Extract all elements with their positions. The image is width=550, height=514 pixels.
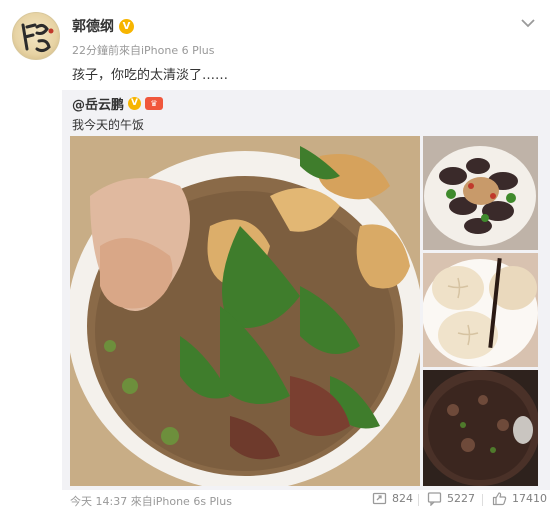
divider — [418, 494, 419, 506]
photo-side-2[interactable] — [423, 253, 538, 367]
weibo-post: 郭德纲 V 22分鐘前來自iPhone 6 Plus 孩子，你吃的太清淡了…… … — [0, 0, 550, 514]
author-name[interactable]: 郭德纲 — [72, 16, 114, 36]
comment-icon — [427, 492, 442, 506]
repost-button[interactable]: 824 — [372, 491, 413, 506]
photo-side-1[interactable] — [423, 136, 538, 250]
avatar[interactable] — [12, 12, 60, 60]
author-row: 郭德纲 V — [72, 16, 134, 36]
divider — [482, 494, 483, 506]
photo-main[interactable] — [70, 136, 420, 486]
repost-count: 824 — [392, 492, 413, 505]
post-timestamp-source[interactable]: 今天 14:37 來自iPhone 6s Plus — [70, 493, 232, 509]
post-text: 孩子，你吃的太清淡了…… — [72, 68, 229, 83]
verified-badge-icon: V — [119, 18, 134, 34]
like-button[interactable]: 17410 — [492, 491, 547, 506]
repost-text: 我今天的午饭 — [72, 118, 145, 132]
repost-icon — [372, 492, 387, 505]
verified-badge-icon: V — [128, 96, 142, 110]
comment-count: 5227 — [447, 492, 475, 505]
chevron-down-icon[interactable] — [520, 14, 536, 28]
post-meta: 22分鐘前來自iPhone 6 Plus — [72, 44, 215, 57]
repost-author-row: @岳云鹏 V ♛ — [72, 94, 164, 113]
thumbs-up-icon — [492, 492, 507, 506]
like-count: 17410 — [512, 492, 547, 505]
repost-author-name[interactable]: @岳云鹏 — [72, 94, 124, 113]
member-icon: ♛ — [145, 96, 164, 110]
photo-side-3[interactable] — [423, 370, 538, 486]
comment-button[interactable]: 5227 — [427, 491, 475, 506]
post-footer: 今天 14:37 來自iPhone 6s Plus 824 5227 17410 — [0, 488, 550, 514]
